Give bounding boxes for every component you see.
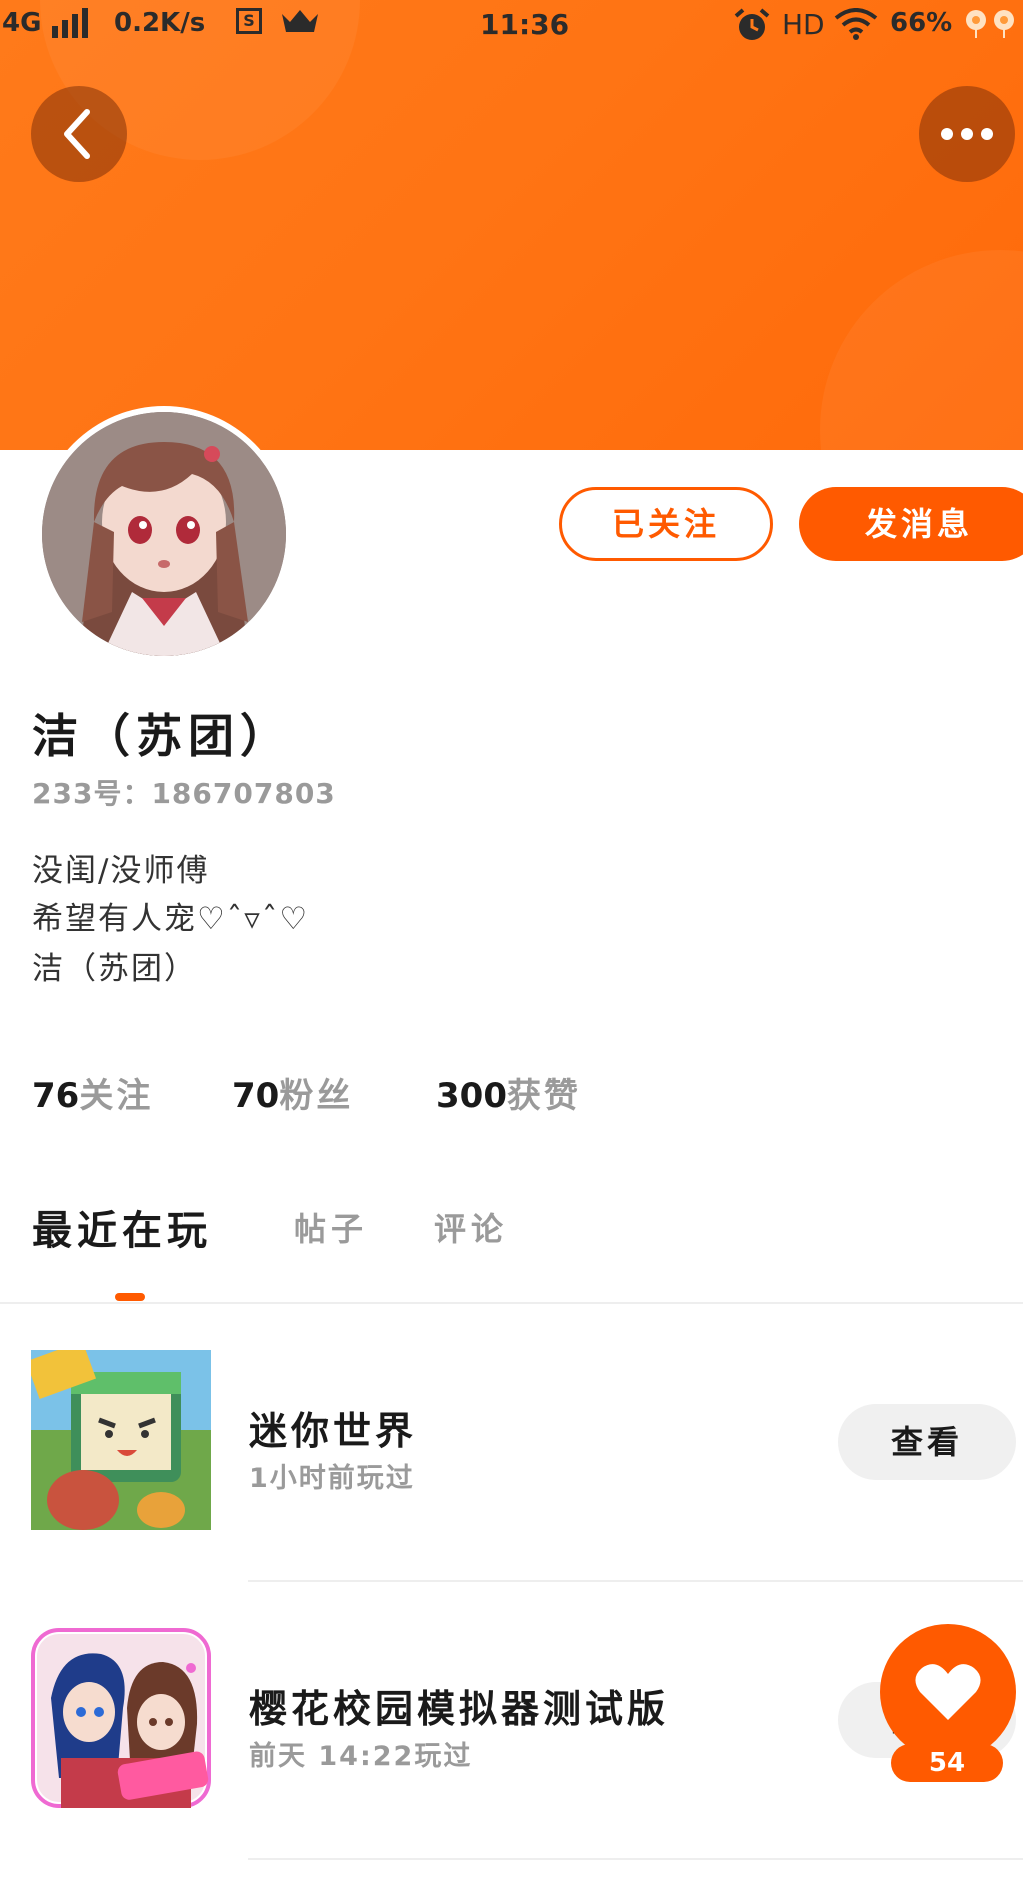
- stat-label: 获赞: [506, 1076, 581, 1116]
- divider: [248, 1858, 1023, 1860]
- stat-value: 70: [232, 1076, 280, 1116]
- divider: [0, 1302, 1023, 1304]
- divider: [248, 1580, 1023, 1582]
- game-title: 迷你世界: [249, 1409, 418, 1453]
- banner-decoration: [820, 250, 1023, 450]
- like-button[interactable]: [880, 1624, 1016, 1760]
- tab-active-indicator: [115, 1293, 145, 1301]
- game-icon-sakura-school: [31, 1628, 211, 1808]
- bio-line: 希望有人宠♡ˆ▿ˆ♡: [32, 901, 310, 937]
- flower-icon: [962, 8, 1018, 45]
- user-name: 洁（苏团）: [32, 709, 292, 763]
- tab-comments[interactable]: 评论: [434, 1204, 508, 1250]
- stat-value: 76: [32, 1076, 80, 1116]
- game-played-time: 前天 14:22玩过: [249, 1741, 473, 1772]
- profile-banner: [0, 0, 1023, 450]
- list-item[interactable]: 樱花校园模拟器测试版 前天 14:22玩过 查看: [0, 1628, 1023, 1828]
- bio-line: 洁（苏团）: [32, 951, 197, 987]
- tab-posts[interactable]: 帖子: [294, 1204, 368, 1250]
- stat-following[interactable]: 76关注: [32, 1068, 153, 1117]
- tab-recently-played[interactable]: 最近在玩: [32, 1198, 212, 1256]
- hd-indicator: HD: [782, 8, 825, 41]
- more-button[interactable]: [919, 86, 1015, 182]
- stat-value: 300: [436, 1076, 507, 1116]
- stat-label: 粉丝: [279, 1076, 354, 1116]
- game-title: 樱花校园模拟器测试版: [249, 1687, 670, 1731]
- heart-icon: [915, 1664, 981, 1720]
- game-icon-mini-world: [31, 1350, 211, 1530]
- s-app-icon: S: [236, 8, 262, 34]
- game-played-time: 1小时前玩过: [249, 1463, 415, 1494]
- bio-line: 没闺/没师傅: [32, 853, 210, 889]
- more-dots-icon: [941, 128, 993, 140]
- stat-label: 关注: [79, 1076, 154, 1116]
- wifi-icon: [834, 8, 878, 47]
- crown-icon: [280, 8, 320, 41]
- clock-time: 11:36: [480, 8, 570, 41]
- list-item[interactable]: 迷你世界 1小时前玩过 查看: [0, 1350, 1023, 1550]
- stat-followers[interactable]: 70粉丝: [232, 1068, 353, 1117]
- alarm-icon: [734, 8, 770, 49]
- avatar-image: [42, 412, 286, 656]
- like-count-badge: 54: [891, 1744, 1003, 1782]
- signal-icon: [50, 8, 92, 38]
- avatar[interactable]: [36, 406, 292, 662]
- view-button[interactable]: 查看: [838, 1404, 1016, 1480]
- followed-button[interactable]: 已关注: [559, 487, 773, 561]
- user-id: 233号：186707803: [32, 777, 336, 810]
- chevron-left-icon: [64, 109, 90, 159]
- stat-likes[interactable]: 300获赞: [436, 1068, 581, 1117]
- network-speed: 0.2K/s: [114, 8, 206, 38]
- status-bar: 4G 0.2K/s S 11:36 HD 66%: [0, 0, 1023, 50]
- back-button[interactable]: [31, 86, 127, 182]
- network-type: 4G: [2, 8, 42, 38]
- send-message-button[interactable]: 发消息: [799, 487, 1023, 561]
- battery-level: 66%: [890, 8, 953, 38]
